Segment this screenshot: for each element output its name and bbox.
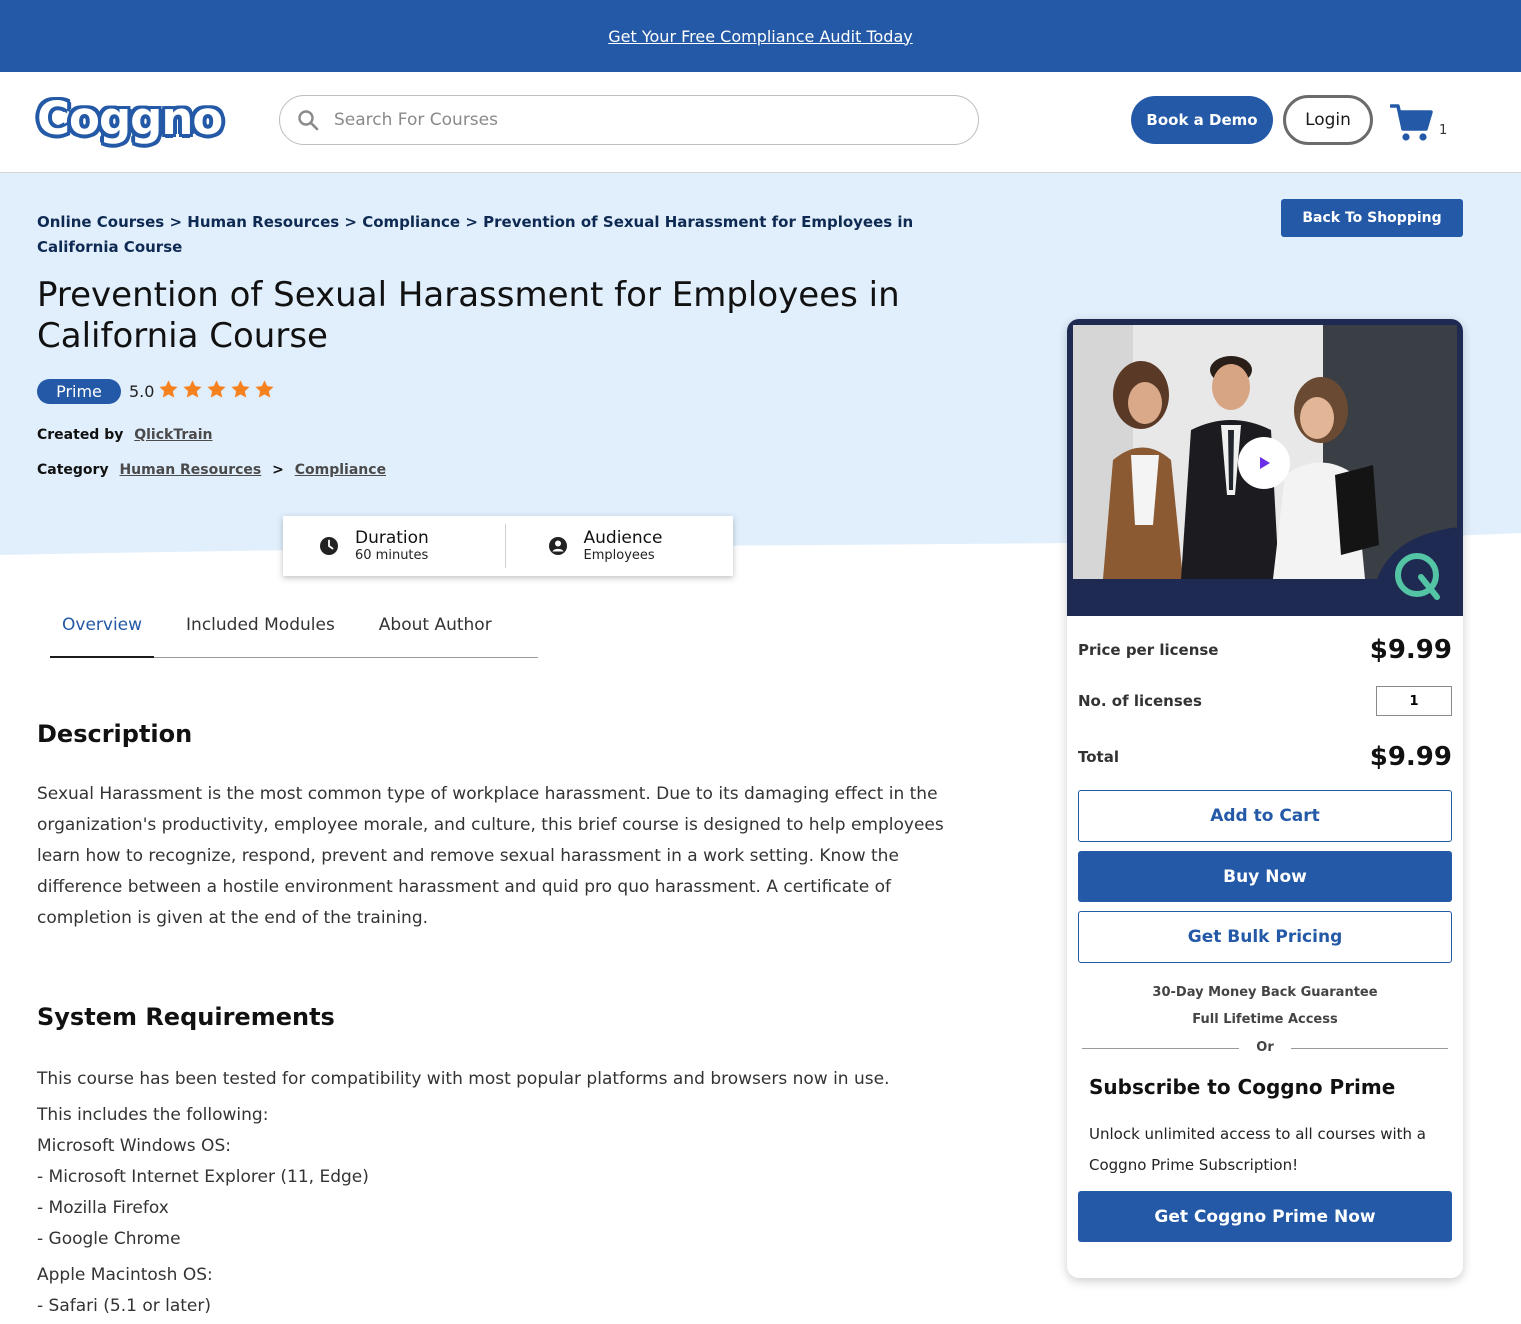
author-link[interactable]: QlickTrain: [134, 427, 212, 443]
get-prime-button[interactable]: Get Coggno Prime Now: [1078, 1191, 1452, 1242]
star-icon: [231, 380, 250, 398]
promo-bar: Get Your Free Compliance Audit Today: [0, 0, 1521, 72]
rating-value: 5.0: [129, 382, 155, 401]
system-requirements-heading: System Requirements: [37, 1003, 335, 1031]
price-value: $9.99: [1369, 635, 1452, 665]
requirement-line: Apple Macintosh OS:: [37, 1265, 213, 1285]
breadcrumb-separator: >: [465, 213, 478, 231]
category-link-human-resources[interactable]: Human Resources: [119, 462, 261, 478]
star-icon: [183, 380, 202, 398]
tab-included-modules[interactable]: Included Modules: [174, 605, 347, 658]
purchase-card: Price per license $9.99 No. of licenses …: [1067, 319, 1463, 1278]
star-rating: [158, 379, 275, 400]
prime-badge: Prime: [37, 379, 121, 404]
money-back-guarantee: 30-Day Money Back Guarantee: [1152, 985, 1378, 1000]
duration-label: Duration: [355, 528, 429, 548]
breadcrumb-online-courses[interactable]: Online Courses: [37, 213, 164, 231]
add-to-cart-button[interactable]: Add to Cart: [1078, 790, 1452, 842]
category-row: Category Human Resources > Compliance: [37, 460, 386, 480]
search-icon: [298, 110, 319, 131]
search-input[interactable]: [334, 110, 934, 130]
requirement-line: - Safari (5.1 or later): [37, 1296, 212, 1316]
total-label: Total: [1078, 748, 1119, 766]
audience-info: Audience Employees: [504, 524, 734, 568]
buy-now-button[interactable]: Buy Now: [1078, 851, 1452, 902]
course-preview-video[interactable]: [1067, 319, 1463, 616]
licenses-row: No. of licenses: [1078, 686, 1452, 716]
star-icon: [159, 380, 178, 398]
audience-label: Audience: [583, 528, 663, 548]
bulk-pricing-button[interactable]: Get Bulk Pricing: [1078, 911, 1452, 963]
requirement-line: This includes the following:: [37, 1105, 269, 1125]
licenses-label: No. of licenses: [1078, 692, 1202, 710]
requirement-line: - Google Chrome: [37, 1229, 181, 1249]
category-label: Category: [37, 462, 109, 478]
requirement-line: Microsoft Windows OS:: [37, 1136, 231, 1156]
site-header: Coggno Book a Demo Login 1: [0, 72, 1521, 173]
login-button[interactable]: Login: [1283, 95, 1373, 145]
subscribe-text: Unlock unlimited access to all courses w…: [1089, 1125, 1427, 1174]
play-button[interactable]: [1238, 437, 1290, 489]
course-tabs: Overview Included Modules About Author: [50, 605, 538, 658]
breadcrumb-compliance[interactable]: Compliance: [362, 213, 460, 231]
created-by: Created by QlickTrain: [37, 425, 212, 445]
price-label: Price per license: [1078, 641, 1219, 659]
created-by-label: Created by: [37, 427, 124, 443]
free-audit-link[interactable]: Get Your Free Compliance Audit Today: [608, 27, 912, 46]
price-row: Price per license $9.99: [1078, 635, 1452, 665]
play-icon: [1260, 457, 1270, 469]
total-row: Total $9.99: [1078, 742, 1452, 772]
requirement-line: - Microsoft Internet Explorer (11, Edge): [37, 1167, 369, 1187]
book-demo-button[interactable]: Book a Demo: [1131, 96, 1273, 144]
clock-icon: [320, 537, 338, 555]
duration-info: Duration 60 minutes: [283, 524, 505, 568]
requirement-line: This course has been tested for compatib…: [37, 1069, 890, 1089]
tab-about-author[interactable]: About Author: [367, 605, 504, 658]
licenses-quantity-input[interactable]: [1376, 686, 1452, 716]
course-info-card: Duration 60 minutes Audience Employees: [283, 516, 733, 576]
cart-count: 1: [1439, 123, 1448, 138]
category-separator: >: [272, 462, 284, 478]
breadcrumb: Online Courses > Human Resources > Compl…: [37, 210, 967, 260]
duration-value: 60 minutes: [355, 548, 429, 563]
system-requirements-list: This course has been tested for compatib…: [37, 1064, 977, 1322]
cart-icon[interactable]: [1390, 103, 1434, 143]
breadcrumb-separator: >: [344, 213, 357, 231]
description-heading: Description: [37, 720, 193, 748]
back-to-shopping-button[interactable]: Back To Shopping: [1281, 199, 1463, 237]
breadcrumb-human-resources[interactable]: Human Resources: [187, 213, 339, 231]
audience-value: Employees: [583, 548, 655, 563]
breadcrumb-separator: >: [169, 213, 183, 231]
lifetime-access: Full Lifetime Access: [1192, 1012, 1338, 1027]
subscribe-title: Subscribe to Coggno Prime: [1089, 1075, 1396, 1099]
description-text: Sexual Harassment is the most common typ…: [37, 784, 944, 928]
star-icon: [255, 380, 274, 398]
page-title: Prevention of Sexual Harassment for Empl…: [37, 275, 900, 356]
star-icon: [207, 380, 226, 398]
total-value: $9.99: [1369, 742, 1452, 772]
coggno-logo[interactable]: Coggno: [37, 92, 223, 145]
category-link-compliance[interactable]: Compliance: [295, 462, 386, 478]
tab-overview[interactable]: Overview: [50, 605, 155, 658]
requirement-line: - Mozilla Firefox: [37, 1198, 169, 1218]
search-bar: [279, 95, 979, 145]
or-text: Or: [1256, 1040, 1274, 1055]
user-circle-icon: [548, 537, 567, 555]
qlicktrain-logo-icon: [1371, 527, 1463, 616]
